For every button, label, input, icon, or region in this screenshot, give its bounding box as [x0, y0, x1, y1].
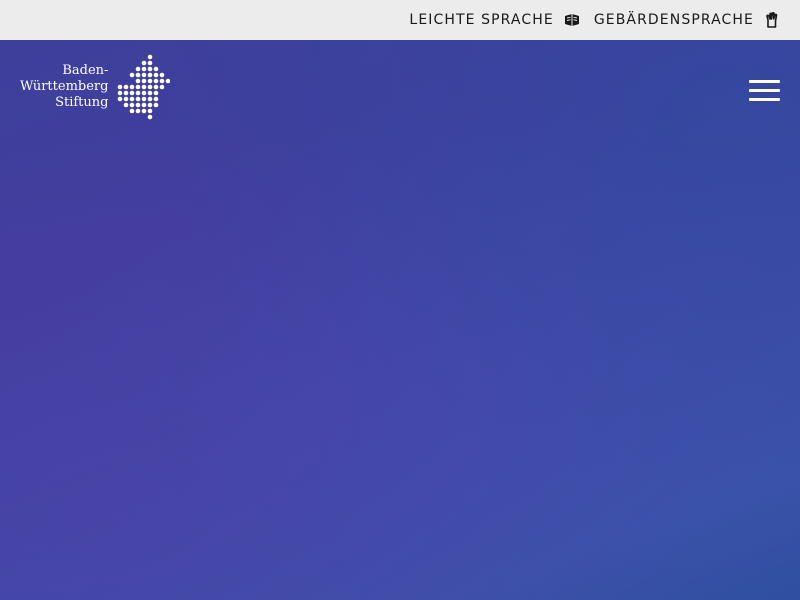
easy-language-link[interactable]: LEICHTE SPRACHE: [409, 12, 579, 28]
hero-background: [0, 40, 800, 600]
top-utility-bar: LEICHTE SPRACHE GEBÄRDENSPRACHE: [0, 0, 800, 40]
sign-language-hand-icon: [764, 12, 780, 28]
logo-wordmark: Baden- Württemberg Stiftung: [20, 63, 108, 111]
menu-bar-middle: [749, 89, 780, 92]
logo-line-1: Baden-: [62, 63, 109, 78]
menu-bar-bottom: [749, 98, 780, 101]
logo-line-2: Württemberg: [20, 79, 109, 94]
dotted-state-map-icon: [118, 54, 171, 120]
logo-line-3: Stiftung: [55, 95, 109, 110]
easy-language-label: LEICHTE SPRACHE: [409, 12, 554, 28]
sign-language-link[interactable]: GEBÄRDENSPRACHE: [594, 12, 780, 28]
site-logo[interactable]: Baden- Württemberg Stiftung: [20, 54, 172, 120]
menu-bar-top: [749, 80, 780, 83]
easy-language-book-icon: [564, 12, 580, 28]
hamburger-menu-icon[interactable]: [749, 80, 781, 102]
sign-language-label: GEBÄRDENSPRACHE: [593, 12, 754, 28]
